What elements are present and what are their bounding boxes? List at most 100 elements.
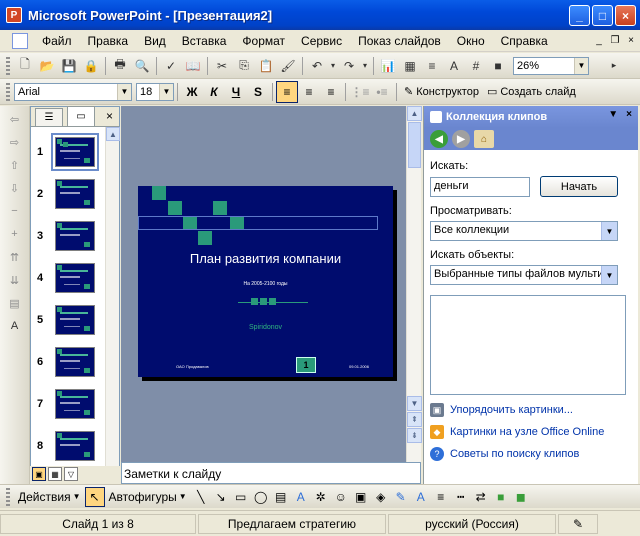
align-center-button[interactable]: ≡ <box>298 81 320 103</box>
slide-sorter-button[interactable]: ▦ <box>48 467 62 481</box>
copy-icon[interactable]: ⎘ <box>233 55 255 77</box>
help-icon[interactable]: ▸ <box>603 55 625 77</box>
document-icon[interactable] <box>12 32 28 49</box>
toolbar-grip[interactable] <box>6 56 10 75</box>
insert-table-icon[interactable]: ▦ <box>399 55 421 77</box>
slide-date[interactable]: 09.01.2006 <box>349 364 369 369</box>
rectangle-icon[interactable]: ▭ <box>231 487 251 507</box>
menu-window[interactable]: Окно <box>449 30 493 52</box>
promote-icon[interactable]: ⇦ <box>4 109 26 129</box>
chevron-down-icon[interactable]: ▼ <box>117 83 131 100</box>
scroll-up-icon[interactable]: ▲ <box>106 127 120 141</box>
move-up-icon[interactable]: ⇧ <box>4 155 26 175</box>
search-input[interactable]: деньги <box>430 176 530 197</box>
expand-all-icon[interactable]: ≡ <box>421 55 443 77</box>
tab-outline[interactable]: ☰ <box>35 108 63 126</box>
organize-clips-link[interactable]: ▣ Упорядочить картинки... <box>430 403 632 417</box>
diagram-icon[interactable]: ✲ <box>311 487 331 507</box>
spelling-icon[interactable]: ✓ <box>160 55 182 77</box>
notes-field[interactable]: Заметки к слайду <box>121 462 421 484</box>
chevron-down-icon[interactable]: ▼ <box>601 222 617 240</box>
picture-icon[interactable]: ▣ <box>351 487 371 507</box>
next-slide-icon[interactable]: ⇟ <box>407 428 422 443</box>
autoshapes-menu[interactable]: Автофигуры ▼ <box>105 490 191 504</box>
close-icon[interactable]: × <box>626 109 632 120</box>
spelling-status-icon[interactable]: ✎ <box>558 513 598 534</box>
doc-restore-icon[interactable]: ❐ <box>608 33 622 47</box>
textbox-icon[interactable]: ▤ <box>271 487 291 507</box>
normal-view-button[interactable]: ▣ <box>32 467 46 481</box>
dash-style-icon[interactable]: ┅ <box>451 487 471 507</box>
menu-insert[interactable]: Вставка <box>174 30 235 52</box>
chevron-down-icon[interactable]: ▼ <box>574 57 588 74</box>
save-icon[interactable]: 💾 <box>58 55 80 77</box>
underline-button[interactable]: Ч <box>225 81 247 103</box>
font-size-combo[interactable]: 18 ▼ <box>136 82 174 101</box>
slides-scrollbar[interactable]: ▲ <box>105 127 120 481</box>
actions-menu[interactable]: Действия ▼ <box>14 490 85 504</box>
redo-dropdown-icon[interactable]: ▾ <box>360 55 370 77</box>
shadow-button[interactable]: S <box>247 81 269 103</box>
demote-icon[interactable]: ⇨ <box>4 132 26 152</box>
media-types-select[interactable]: Выбранные типы файлов мульти ▼ <box>430 265 618 285</box>
slide-author[interactable]: Spiridonov <box>138 324 393 331</box>
menu-help[interactable]: Справка <box>493 30 556 52</box>
format-painter-icon[interactable]: 🖌 <box>277 55 299 77</box>
expand-all-icon[interactable]: ⇊ <box>4 270 26 290</box>
tab-slides[interactable]: ▭ <box>67 106 95 126</box>
undo-icon[interactable]: ↶ <box>306 55 328 77</box>
clipart-icon[interactable]: ☺ <box>331 487 351 507</box>
open-icon[interactable]: 📂 <box>36 55 58 77</box>
back-icon[interactable]: ◀ <box>430 130 448 148</box>
chevron-down-icon[interactable]: ▼ <box>601 266 617 284</box>
toolbar-grip[interactable] <box>6 82 10 101</box>
undo-dropdown-icon[interactable]: ▾ <box>328 55 338 77</box>
oval-icon[interactable]: ◯ <box>251 487 271 507</box>
paste-icon[interactable]: 📋 <box>255 55 277 77</box>
font-color-icon[interactable]: A <box>411 487 431 507</box>
menu-tools[interactable]: Сервис <box>293 30 350 52</box>
select-arrow-icon[interactable]: ↖ <box>84 486 105 507</box>
shadow-style-icon[interactable]: ■ <box>491 487 511 507</box>
menu-file[interactable]: Файл <box>34 30 80 52</box>
3d-style-icon[interactable]: ◼ <box>511 487 531 507</box>
line-icon[interactable]: ╲ <box>191 487 211 507</box>
results-list[interactable] <box>430 295 626 395</box>
slide-subtitle[interactable]: На 2005-2100 годы <box>138 281 393 287</box>
print-icon[interactable]: 🖶 <box>109 55 131 77</box>
summary-slide-icon[interactable]: ▤ <box>4 293 26 313</box>
chevron-down-icon[interactable]: ▼ <box>159 83 173 100</box>
new-slide-button[interactable]: ▭ Создать слайд <box>483 85 580 99</box>
zoom-combo[interactable]: 26% ▼ <box>513 56 589 75</box>
wordart-icon[interactable]: A <box>291 487 311 507</box>
minimize-button[interactable]: _ <box>569 5 590 26</box>
research-icon[interactable]: 📖 <box>182 55 204 77</box>
cut-icon[interactable]: ✂ <box>211 55 233 77</box>
show-formatting-icon[interactable]: A <box>4 316 26 336</box>
permission-icon[interactable]: 🔒 <box>80 55 102 77</box>
expand-icon[interactable]: + <box>4 224 26 244</box>
italic-button[interactable]: К <box>203 81 225 103</box>
arrow-icon[interactable]: ↘ <box>211 487 231 507</box>
collapse-all-icon[interactable]: ⇈ <box>4 247 26 267</box>
doc-minimize-icon[interactable]: _ <box>592 33 606 47</box>
designer-button[interactable]: ✎ Конструктор <box>400 85 483 99</box>
new-icon[interactable]: 🗋 <box>14 55 36 77</box>
scroll-thumb[interactable] <box>408 122 421 168</box>
collapse-icon[interactable]: − <box>4 201 26 221</box>
line-color-icon[interactable]: ✎ <box>391 487 411 507</box>
search-tips-link[interactable]: ? Советы по поиску клипов <box>430 447 632 461</box>
scroll-down-icon[interactable]: ▼ <box>407 396 422 411</box>
powerpoint-icon[interactable]: P <box>6 7 22 23</box>
bullets-button[interactable]: •≡ <box>371 81 393 103</box>
search-go-button[interactable]: Начать <box>540 176 618 197</box>
align-right-button[interactable]: ≡ <box>320 81 342 103</box>
current-slide[interactable]: План развития компании На 2005-2100 годы… <box>138 186 393 377</box>
menu-slideshow[interactable]: Показ слайдов <box>350 30 449 52</box>
color-grayscale-icon[interactable]: ■ <box>487 55 509 77</box>
menu-edit[interactable]: Правка <box>80 30 137 52</box>
numbering-button[interactable]: ⋮≡ <box>349 81 371 103</box>
bold-button[interactable]: Ж <box>181 81 203 103</box>
print-preview-icon[interactable]: 🔍 <box>131 55 153 77</box>
slide-scrollbar[interactable]: ▲ ▼ ⇞ ⇟ <box>406 106 422 462</box>
